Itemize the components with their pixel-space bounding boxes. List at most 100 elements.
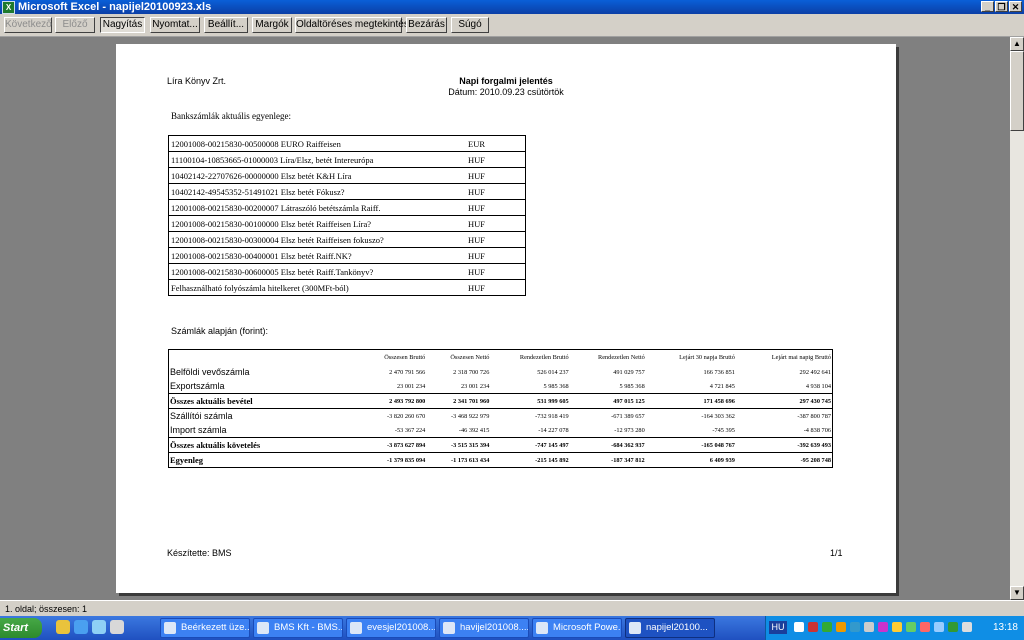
cell: -95 208 748 <box>735 452 833 468</box>
task-powerpoint[interactable]: Microsoft Powe... <box>532 618 622 638</box>
cell: 6 409 939 <box>645 452 736 468</box>
excel-icon <box>443 622 455 634</box>
tray-app-icon[interactable] <box>808 622 818 632</box>
close-preview-button[interactable]: Bezárás <box>406 17 447 33</box>
tray-app-icon[interactable] <box>878 622 888 632</box>
total-row: Összes aktuális bevétel 2 493 792 800 2 3… <box>168 393 833 409</box>
page-break-preview-button[interactable]: Oldaltöréses megtekintés <box>295 17 409 33</box>
cell: -387 800 787 <box>797 412 831 420</box>
task-napijel[interactable]: napijel20100... <box>625 618 715 638</box>
task-inbox[interactable]: Beérkezett üze... <box>160 618 250 638</box>
window-title: Microsoft Excel - napijel20100923.xls <box>18 1 212 13</box>
restore-button[interactable]: ❐ <box>995 1 1008 12</box>
cell: -747 145 497 <box>490 437 570 453</box>
system-tray: HU 13:18 <box>765 616 1024 640</box>
scroll-thumb[interactable] <box>1010 51 1024 131</box>
print-button[interactable]: Nyomtat... <box>150 17 200 33</box>
accounts-heading: Számlák alapján (forint): <box>171 326 269 336</box>
account-currency: HUF <box>468 282 486 293</box>
bank-row: 12001008-00215830-00400001 Elsz betét Ra… <box>168 247 526 264</box>
cell: 5 985 368 <box>543 382 569 390</box>
table-row: Exportszámla 23 001 234 23 001 234 5 985 3… <box>169 379 833 394</box>
zoom-button[interactable]: Nagyítás <box>100 17 145 33</box>
minimize-button[interactable]: _ <box>981 1 994 12</box>
cell: 2 470 791 566 <box>389 368 426 376</box>
accounts-header-row: Összesen Bruttó Összesen Nettó Rendezetl… <box>169 350 833 366</box>
account-name: 12001008-00215830-00200007 Látraszóló be… <box>168 199 466 216</box>
task-label: Microsoft Powe... <box>553 622 622 633</box>
quicklaunch-media-icon[interactable] <box>110 620 124 634</box>
next-page-button[interactable]: Következő <box>4 17 52 33</box>
start-button[interactable]: Start <box>0 618 42 638</box>
row-label: Egyenleg <box>168 452 359 468</box>
cell: -187 347 812 <box>569 452 646 468</box>
margins-button[interactable]: Margók <box>252 17 292 33</box>
account-name: 12001008-00215830-00500008 EURO Raiffeis… <box>168 135 466 152</box>
bank-accounts-table: 12001008-00215830-00500008 EURO Raiffeis… <box>168 135 526 296</box>
cell: 4 721 845 <box>709 382 735 390</box>
cell: 23 001 234 <box>461 382 490 390</box>
table-row: Szállítói számla -3 820 260 670 -3 468 92… <box>169 409 833 424</box>
account-name: 12001008-00215830-00300004 Elsz betét Ra… <box>168 231 466 248</box>
cell: -4 838 706 <box>803 426 831 434</box>
help-tray-icon[interactable] <box>794 622 804 632</box>
tray-app-icon[interactable] <box>934 622 944 632</box>
bank-row: Felhasználható folyószámla hitelkeret (3… <box>169 280 526 296</box>
setup-button[interactable]: Beállít... <box>204 17 248 33</box>
task-havijel[interactable]: havijel201008.... <box>439 618 529 638</box>
scroll-down-icon[interactable]: ▼ <box>1010 586 1024 600</box>
task-bms[interactable]: BMS Kft - BMS... <box>253 618 343 638</box>
account-name: 10402142-49545352-51491021 Elsz betét Fó… <box>168 183 466 200</box>
row-label: Exportszámla <box>170 381 225 391</box>
task-evesjel[interactable]: evesjel201008... <box>346 618 436 638</box>
cell: 526 014 237 <box>537 368 569 376</box>
excel-icon <box>350 622 362 634</box>
row-label: Összes aktuális bevétel <box>168 393 359 409</box>
cell: -392 639 493 <box>735 437 833 453</box>
cell: 2 318 700 726 <box>453 368 490 376</box>
quicklaunch-ie-icon[interactable] <box>74 620 88 634</box>
cell: -684 362 937 <box>569 437 646 453</box>
cell: -53 367 224 <box>394 426 426 434</box>
scroll-up-icon[interactable]: ▲ <box>1010 37 1024 51</box>
header-spacer <box>169 350 360 366</box>
print-preview-toolbar: Következő Előző Nagyítás Nyomtat... Beál… <box>0 14 1024 37</box>
cell: -165 048 767 <box>645 437 736 453</box>
quicklaunch-desktop-icon[interactable] <box>56 620 70 634</box>
task-label: napijel20100... <box>646 622 708 633</box>
column-header: Összesen Bruttó <box>384 354 426 361</box>
window-controls: _ ❐ ✕ <box>981 1 1022 12</box>
cell: 171 458 696 <box>645 393 736 409</box>
task-label: Beérkezett üze... <box>181 622 250 633</box>
tray-app-icon[interactable] <box>864 622 874 632</box>
cell: 497 015 125 <box>569 393 646 409</box>
task-label: havijel201008.... <box>460 622 529 633</box>
cell: 2 341 701 960 <box>426 393 491 409</box>
powerpoint-icon <box>536 622 548 634</box>
help-button[interactable]: Súgó <box>451 17 489 33</box>
row-label: Szállítói számla <box>170 411 233 421</box>
account-currency: HUF <box>466 231 526 248</box>
cell: -745 395 <box>712 426 735 434</box>
vertical-scrollbar[interactable]: ▲ ▼ <box>1010 37 1024 600</box>
account-currency: HUF <box>466 215 526 232</box>
tray-app-icon[interactable] <box>836 622 846 632</box>
network-icon[interactable] <box>962 622 972 632</box>
tray-app-icon[interactable] <box>948 622 958 632</box>
bank-row: 10402142-49545352-51491021 Elsz betét Fó… <box>168 183 526 200</box>
cell: -164 303 362 <box>701 412 735 420</box>
tray-app-icon[interactable] <box>850 622 860 632</box>
close-button[interactable]: ✕ <box>1009 1 1022 12</box>
cell: 297 430 745 <box>735 393 833 409</box>
task-label: evesjel201008... <box>367 622 436 633</box>
tray-app-icon[interactable] <box>920 622 930 632</box>
tray-app-icon[interactable] <box>892 622 902 632</box>
account-name: 11100104-10853665-01000003 Líra/Elsz, be… <box>168 151 466 168</box>
quicklaunch-outlook-icon[interactable] <box>92 620 106 634</box>
tray-app-icon[interactable] <box>906 622 916 632</box>
tray-app-icon[interactable] <box>822 622 832 632</box>
language-indicator[interactable]: HU <box>769 621 787 634</box>
print-page: Líra Könyv Zrt. Napi forgalmi jelentés D… <box>116 44 896 593</box>
account-name: 12001008-00215830-00400001 Elsz betét Ra… <box>168 247 466 264</box>
previous-page-button[interactable]: Előző <box>55 17 95 33</box>
